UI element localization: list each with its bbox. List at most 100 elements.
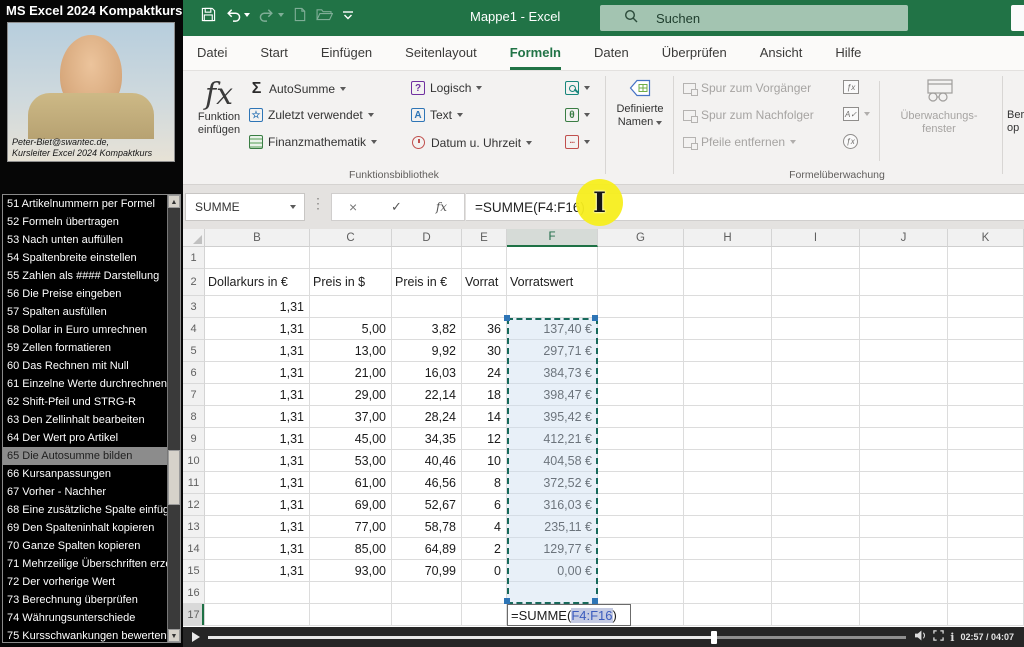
info-icon[interactable]: i <box>950 631 954 644</box>
cell-J17[interactable] <box>860 604 948 626</box>
cell-E14[interactable]: 2 <box>462 538 507 560</box>
cell-H2[interactable] <box>684 269 772 296</box>
lesson-item[interactable]: 66 Kursanpassungen <box>3 465 167 483</box>
cell-D11[interactable]: 46,56 <box>392 472 462 494</box>
cell-E11[interactable]: 8 <box>462 472 507 494</box>
cancel-icon[interactable]: × <box>349 199 357 215</box>
recently-used-button[interactable]: ☆ Zuletzt verwendet <box>249 108 374 122</box>
date-time-button[interactable]: Datum u. Uhrzeit <box>411 135 532 150</box>
lesson-item[interactable]: 56 Die Preise eingeben <box>3 285 167 303</box>
cell-G15[interactable] <box>598 560 684 582</box>
cell-E5[interactable]: 30 <box>462 340 507 362</box>
row-header-2[interactable]: 2 <box>183 269 205 296</box>
tab-seitenlayout[interactable]: Seitenlayout <box>405 36 477 70</box>
cell-I17[interactable] <box>772 604 860 626</box>
calculation-options-button-clipped[interactable]: Bere op <box>1007 109 1024 135</box>
cell-I15[interactable] <box>772 560 860 582</box>
cell-E7[interactable]: 18 <box>462 384 507 406</box>
lesson-item[interactable]: 64 Der Wert pro Artikel <box>3 429 167 447</box>
error-checking-button[interactable]: A✓ <box>843 107 870 121</box>
cell-H11[interactable] <box>684 472 772 494</box>
cell-D13[interactable]: 58,78 <box>392 516 462 538</box>
cell-E2[interactable]: Vorrat <box>462 269 507 296</box>
row-header-7[interactable]: 7 <box>183 384 205 406</box>
cell-H13[interactable] <box>684 516 772 538</box>
cell-J12[interactable] <box>860 494 948 516</box>
cell-B11[interactable]: 1,31 <box>205 472 310 494</box>
cell-J11[interactable] <box>860 472 948 494</box>
cell-E13[interactable]: 4 <box>462 516 507 538</box>
tab-überprüfen[interactable]: Überprüfen <box>662 36 727 70</box>
cell-K16[interactable] <box>948 582 1024 604</box>
cell-I1[interactable] <box>772 247 860 269</box>
lesson-item[interactable]: 71 Mehrzeilige Überschriften erzeugen <box>3 555 167 573</box>
formula-input[interactable]: =SUMME(F4:F16) <box>466 193 1024 221</box>
cell-C7[interactable]: 29,00 <box>310 384 392 406</box>
cell-H4[interactable] <box>684 318 772 340</box>
cell-D14[interactable]: 64,89 <box>392 538 462 560</box>
cell-B5[interactable]: 1,31 <box>205 340 310 362</box>
remove-arrows-button[interactable]: Pfeile entfernen <box>683 135 796 149</box>
cell-C1[interactable] <box>310 247 392 269</box>
cell-D15[interactable]: 70,99 <box>392 560 462 582</box>
row-header-4[interactable]: 4 <box>183 318 205 340</box>
watch-window-button[interactable]: Überwachungs- fenster <box>883 79 995 136</box>
cell-G10[interactable] <box>598 450 684 472</box>
cell-B8[interactable]: 1,31 <box>205 406 310 428</box>
column-header-C[interactable]: C <box>310 229 392 247</box>
cell-G3[interactable] <box>598 296 684 318</box>
cell-D16[interactable] <box>392 582 462 604</box>
cell-G14[interactable] <box>598 538 684 560</box>
cell-B16[interactable] <box>205 582 310 604</box>
cell-I3[interactable] <box>772 296 860 318</box>
cell-E9[interactable]: 12 <box>462 428 507 450</box>
trace-precedents-button[interactable]: Spur zum Vorgänger <box>683 81 811 95</box>
column-header-J[interactable]: J <box>860 229 948 247</box>
cell-G1[interactable] <box>598 247 684 269</box>
cell-D1[interactable] <box>392 247 462 269</box>
editing-cell-F17[interactable]: =SUMME(F4:F16) <box>507 604 631 626</box>
cell-D17[interactable] <box>392 604 462 626</box>
cell-H6[interactable] <box>684 362 772 384</box>
lesson-item[interactable]: 55 Zahlen als #### Darstellung <box>3 267 167 285</box>
cell-J10[interactable] <box>860 450 948 472</box>
cell-B13[interactable]: 1,31 <box>205 516 310 538</box>
cell-K7[interactable] <box>948 384 1024 406</box>
cell-D9[interactable]: 34,35 <box>392 428 462 450</box>
autosum-button[interactable]: Σ AutoSumme <box>249 81 346 96</box>
progress-knob[interactable] <box>711 631 717 644</box>
selection-handle-topright[interactable] <box>592 315 598 321</box>
save-icon[interactable] <box>201 7 216 22</box>
lesson-item[interactable]: 74 Währungsunterschiede <box>3 609 167 627</box>
insert-function-fx-icon[interactable]: fx <box>436 200 447 214</box>
lesson-item[interactable]: 61 Einzelne Werte durchrechnen <box>3 375 167 393</box>
volume-icon[interactable] <box>914 628 927 646</box>
row-header-12[interactable]: 12 <box>183 494 205 516</box>
selection-handle-topleft[interactable] <box>504 315 510 321</box>
row-header-3[interactable]: 3 <box>183 296 205 318</box>
lesson-item[interactable]: 68 Eine zusätzliche Spalte einfügen <box>3 501 167 519</box>
cell-B9[interactable]: 1,31 <box>205 428 310 450</box>
cell-D2[interactable]: Preis in € <box>392 269 462 296</box>
logical-button[interactable]: ? Logisch <box>411 81 482 95</box>
column-header-F[interactable]: F <box>507 229 598 247</box>
cell-G6[interactable] <box>598 362 684 384</box>
tab-daten[interactable]: Daten <box>594 36 629 70</box>
text-functions-button[interactable]: A Text <box>411 108 463 122</box>
cell-C15[interactable]: 93,00 <box>310 560 392 582</box>
cell-J15[interactable] <box>860 560 948 582</box>
cell-J13[interactable] <box>860 516 948 538</box>
cell-H8[interactable] <box>684 406 772 428</box>
cell-J8[interactable] <box>860 406 948 428</box>
cell-I8[interactable] <box>772 406 860 428</box>
cell-I6[interactable] <box>772 362 860 384</box>
row-header-8[interactable]: 8 <box>183 406 205 428</box>
cell-H16[interactable] <box>684 582 772 604</box>
lesson-item[interactable]: 67 Vorher - Nachher <box>3 483 167 501</box>
cell-G2[interactable] <box>598 269 684 296</box>
cell-E3[interactable] <box>462 296 507 318</box>
scroll-down-icon[interactable]: ▼ <box>168 629 180 642</box>
cell-K13[interactable] <box>948 516 1024 538</box>
cell-J5[interactable] <box>860 340 948 362</box>
lesson-item[interactable]: 75 Kursschwankungen bewerten <box>3 627 167 643</box>
